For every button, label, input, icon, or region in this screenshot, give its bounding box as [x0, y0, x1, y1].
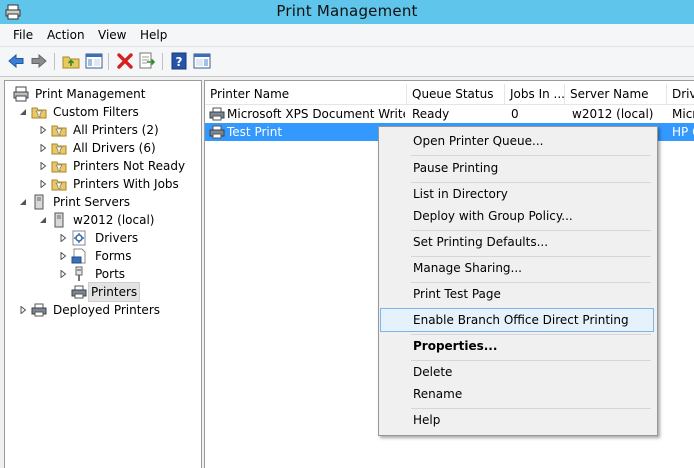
menu-view[interactable]: View — [98, 28, 126, 42]
tree-node-all-drivers[interactable]: All Drivers (6) — [5, 139, 201, 157]
filter-folder-icon — [51, 161, 67, 173]
window-title: Print Management — [276, 2, 418, 20]
table-row[interactable]: Microsoft XPS Document Writer Ready 0 w2… — [205, 105, 694, 123]
tree-node-all-printers[interactable]: All Printers (2) — [5, 121, 201, 139]
toolbar-separator — [108, 53, 109, 70]
tree-label: Ports — [95, 267, 126, 281]
title-bar: Print Management — [0, 0, 694, 24]
tree-label: Drivers — [95, 231, 139, 245]
rename-item[interactable]: Rename — [381, 383, 653, 405]
tree-node-ports[interactable]: Ports — [5, 265, 201, 283]
toolbar: ? — [0, 47, 694, 77]
manage-sharing-item[interactable]: Manage Sharing... — [381, 257, 653, 279]
tree-node-printers-not-ready[interactable]: Printers Not Ready — [5, 157, 201, 175]
menu-action[interactable]: Action — [47, 28, 85, 42]
menu-file[interactable]: File — [13, 28, 33, 42]
collapsed-arrow-icon[interactable] — [19, 306, 27, 314]
export-list-icon[interactable] — [138, 52, 156, 70]
column-header-server-name[interactable]: Server Name — [565, 84, 667, 104]
toolbar-separator — [162, 53, 163, 70]
column-header-printer-name[interactable]: Printer Name — [205, 84, 407, 104]
forms-icon — [71, 248, 86, 264]
enable-branch-office-item[interactable]: Enable Branch Office Direct Printing — [380, 308, 654, 332]
printer-icon — [209, 125, 225, 139]
driver-cell: Micr — [672, 107, 694, 121]
delete-icon[interactable] — [116, 52, 134, 70]
collapsed-arrow-icon[interactable] — [39, 180, 47, 188]
column-header-driver[interactable]: Driv — [667, 84, 694, 104]
collapsed-arrow-icon[interactable] — [59, 234, 67, 242]
column-header-queue-status[interactable]: Queue Status — [407, 84, 505, 104]
list-in-directory-item[interactable]: List in Directory — [381, 183, 653, 205]
open-printer-queue-item[interactable]: Open Printer Queue... — [381, 130, 653, 152]
collapsed-arrow-icon[interactable] — [39, 126, 47, 134]
server-icon — [34, 194, 44, 210]
expanded-arrow-icon[interactable] — [19, 198, 27, 206]
driver-cell: HP C — [672, 125, 694, 139]
filter-folder-icon — [31, 107, 47, 119]
tree-node-printers[interactable]: Printers — [5, 282, 201, 302]
tree-node-printers-with-jobs[interactable]: Printers With Jobs — [5, 175, 201, 193]
collapsed-arrow-icon[interactable] — [59, 252, 67, 260]
column-header-row: Printer Name Queue Status Jobs In ... Se… — [205, 84, 694, 105]
tree-label: Print Management — [35, 87, 146, 101]
tree-label: Deployed Printers — [53, 303, 161, 317]
filter-folder-icon — [51, 143, 67, 155]
printer-icon — [31, 303, 47, 317]
expanded-arrow-icon[interactable] — [39, 216, 47, 224]
jobs-cell: 0 — [511, 107, 519, 121]
up-folder-icon[interactable] — [62, 52, 80, 70]
menu-separator — [411, 155, 651, 156]
help-icon[interactable]: ? — [170, 52, 188, 70]
svg-text:?: ? — [176, 55, 183, 69]
print-test-page-item[interactable]: Print Test Page — [381, 283, 653, 305]
print-management-icon — [13, 86, 29, 102]
menu-help[interactable]: Help — [140, 28, 167, 42]
collapsed-arrow-icon[interactable] — [59, 270, 67, 278]
tree-node-deployed-printers[interactable]: Deployed Printers — [5, 301, 201, 319]
tree-label: Printers — [87, 282, 141, 302]
tree-label: Printers With Jobs — [73, 177, 179, 191]
tree-label: w2012 (local) — [73, 213, 155, 227]
help-item[interactable]: Help — [381, 409, 653, 431]
set-printing-defaults-item[interactable]: Set Printing Defaults... — [381, 231, 653, 253]
tree-label: Custom Filters — [53, 105, 139, 119]
collapsed-arrow-icon[interactable] — [39, 162, 47, 170]
tree-label: Print Servers — [53, 195, 131, 209]
action-pane-icon[interactable] — [193, 52, 211, 70]
expanded-arrow-icon[interactable] — [19, 108, 27, 116]
queue-status-cell: Ready — [412, 107, 450, 121]
forward-arrow-icon[interactable] — [30, 52, 48, 70]
server-icon — [54, 212, 64, 228]
tree-label: All Printers (2) — [73, 123, 159, 137]
collapsed-arrow-icon[interactable] — [39, 144, 47, 152]
ports-icon — [75, 266, 83, 281]
printer-icon — [71, 285, 87, 299]
drivers-icon — [72, 230, 86, 246]
tree-node-drivers[interactable]: Drivers — [5, 229, 201, 247]
menu-bar: File Action View Help — [0, 24, 694, 47]
printer-name-cell: Microsoft XPS Document Writer — [227, 107, 405, 121]
context-menu: Open Printer Queue... Pause Printing Lis… — [378, 126, 658, 436]
tree-node-custom-filters[interactable]: Custom Filters — [5, 103, 201, 121]
properties-item[interactable]: Properties... — [381, 335, 653, 357]
column-header-jobs[interactable]: Jobs In ... — [505, 84, 565, 104]
printer-icon — [209, 107, 225, 121]
tree-label: All Drivers (6) — [73, 141, 156, 155]
navigation-tree: Print Management Custom Filters All Prin… — [4, 80, 202, 468]
tree-label: Printers Not Ready — [73, 159, 186, 173]
deploy-group-policy-item[interactable]: Deploy with Group Policy... — [381, 205, 653, 227]
tree-node-forms[interactable]: Forms — [5, 247, 201, 265]
filter-folder-icon — [51, 125, 67, 137]
show-hide-tree-icon[interactable] — [85, 52, 103, 70]
pause-printing-item[interactable]: Pause Printing — [381, 157, 653, 179]
toolbar-separator — [54, 53, 55, 70]
delete-item[interactable]: Delete — [381, 361, 653, 383]
tree-node-server[interactable]: w2012 (local) — [5, 211, 201, 229]
filter-folder-icon — [51, 179, 67, 191]
server-name-cell: w2012 (local) — [572, 107, 654, 121]
tree-node-print-servers[interactable]: Print Servers — [5, 193, 201, 211]
back-arrow-icon[interactable] — [7, 52, 25, 70]
tree-label: Forms — [95, 249, 132, 263]
